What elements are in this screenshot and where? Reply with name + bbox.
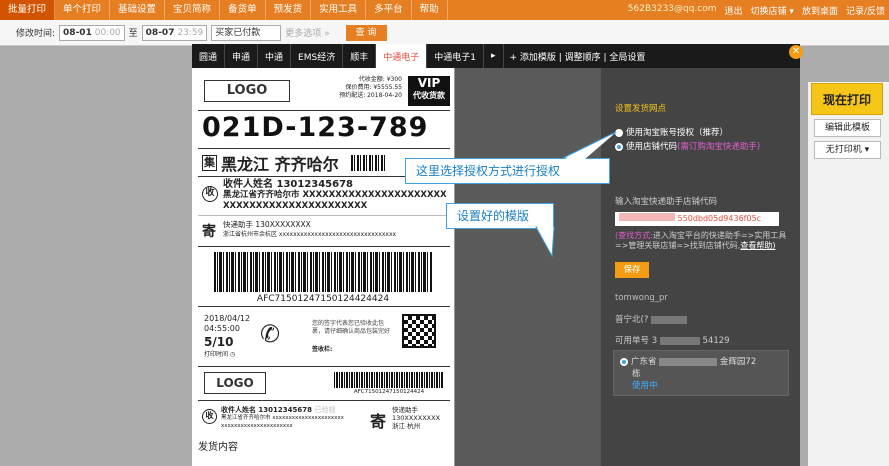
shop-code-label: 输入淘宝快递助手店铺代码 <box>615 197 718 207</box>
sender-block: 快递助手 130XXXXXXXX 浙江省杭州市余杭区 xxxxxxxxxxxxx… <box>223 220 397 238</box>
vip-badge: VIP 代收货款 <box>408 76 450 106</box>
nav-pre-ship[interactable]: 预发货 <box>266 0 312 20</box>
right-column <box>808 82 889 466</box>
clock-icon: ◷ <box>229 351 236 358</box>
print-info: 2018/04/12 04:55:00 5/10 打印时间 ◷ <box>204 314 251 358</box>
carrier-tabs: 圆通 申通 中通 EMS经济 顺丰 中通电子 中通电子1 ▸ + 添加模版 | … <box>192 44 800 68</box>
divider <box>198 246 450 247</box>
date-from-field[interactable]: 08-01 00:00 <box>59 24 125 41</box>
nav-stock-list[interactable]: 备货单 <box>220 0 266 20</box>
nav-multi-platform[interactable]: 多平台 <box>366 0 412 20</box>
tab-sf[interactable]: 顺丰 <box>343 44 377 68</box>
divider <box>198 366 450 367</box>
nav-item-alias[interactable]: 宝贝简称 <box>165 0 221 20</box>
nav-tools[interactable]: 实用工具 <box>311 0 367 20</box>
settings-title: 设置发货网点 <box>615 104 667 114</box>
nav-batch-print[interactable]: 批量打印 <box>0 0 56 20</box>
divider <box>198 400 450 401</box>
network-card[interactable]: 广东省 金辉园72 栋 使用中 <box>613 350 789 396</box>
sender-icon-2: 寄 <box>370 412 387 431</box>
top-nav: 批量打印 单个打印 基础设置 宝贝简称 备货单 预发货 实用工具 多平台 帮助 … <box>0 0 889 20</box>
dest-icon: 集 <box>202 155 217 171</box>
user-email: 562B3233@qq.com <box>627 3 717 14</box>
print-now-button[interactable]: 现在打印 <box>811 83 883 115</box>
phone-icon: ✆ <box>260 320 281 348</box>
tab-zto[interactable]: 中通 <box>258 44 292 68</box>
main-barcode <box>214 252 432 292</box>
qr-code <box>402 314 436 348</box>
destination-text: 黑龙江 齐齐哈尔 <box>221 155 339 174</box>
stub-barcode <box>334 372 444 388</box>
edit-template-button[interactable]: 编辑此模板 <box>814 119 881 137</box>
redacted-block <box>659 357 718 366</box>
date-to-field[interactable]: 08-07 23:59 <box>141 24 208 41</box>
receiver-icon: 收 <box>202 186 218 202</box>
callout-template-arrow <box>535 226 555 258</box>
to-label: 至 <box>128 29 138 39</box>
shop-code-input[interactable]: 550dbd05d9436f05c <box>615 212 779 226</box>
close-icon[interactable]: ✕ <box>789 45 803 59</box>
printer-select[interactable]: 无打印机 ▾ <box>814 141 881 159</box>
switch-shop-link[interactable]: 切换店铺 ▾ <box>751 4 794 17</box>
divider <box>198 215 450 216</box>
logo-placeholder: LOGO <box>204 80 290 102</box>
desktop-link[interactable]: 放到桌面 <box>802 4 838 17</box>
receiver-icon-2: 收 <box>202 409 217 424</box>
tab-zto-electronic-1[interactable]: 中通电子1 <box>427 44 484 68</box>
mini-barcode <box>350 155 385 171</box>
modified-time-label: 修改时间: <box>16 29 56 39</box>
save-button[interactable]: 保存 <box>615 262 649 278</box>
barcode-number: AFC71501247150124424424 <box>256 294 390 304</box>
template-actions-links[interactable]: + 添加模版 | 调整顺序 | 全局设置 <box>504 44 646 68</box>
divider <box>198 110 450 111</box>
radio-checked-icon <box>620 357 628 366</box>
auth-option-shopcode[interactable]: 使用店铺代码(需订购淘宝快递助手) <box>615 140 760 152</box>
sender-stub: 快递助手 130XXXXXXXX 浙江 杭州 <box>392 406 441 430</box>
stub-barcode-number: AFC71501247150124424 <box>353 389 425 395</box>
tab-ems[interactable]: EMS经济 <box>291 44 344 68</box>
receiver-stub: 收件人姓名 13012345678 已验视 黑龙江省齐齐哈尔市 xxxxxxxx… <box>221 406 344 429</box>
filter-bar: 修改时间: 08-01 00:00 至 08-07 23:59 买家已付款 更多… <box>0 20 889 46</box>
branch-name: 普宁北(? <box>615 313 688 325</box>
shipment-content-label: 发货内容 <box>198 442 238 453</box>
tab-yto[interactable]: 圆通 <box>192 44 226 68</box>
tab-zto-electronic[interactable]: 中通电子 <box>376 44 428 68</box>
nav-basic-settings[interactable]: 基础设置 <box>110 0 166 20</box>
callout-auth-arrow-cover <box>565 134 614 159</box>
nav-single-print[interactable]: 单个打印 <box>55 0 111 20</box>
tab-more-arrow[interactable]: ▸ <box>484 44 504 68</box>
feedback-link[interactable]: 记录/反馈 <box>846 4 885 17</box>
more-options-link[interactable]: 更多选项 » <box>285 26 329 39</box>
redacted-block <box>651 315 688 324</box>
status-select[interactable]: 买家已付款 <box>211 24 282 41</box>
logo-placeholder-2: LOGO <box>204 372 266 394</box>
shop-code-hint: (查找方式:进入淘宝平台的快递助手=>实用工具=>管理关联店铺=>找到店铺代码,… <box>615 231 787 250</box>
divider <box>198 306 450 307</box>
nav-help[interactable]: 帮助 <box>412 0 448 20</box>
redacted-block <box>619 213 675 221</box>
redacted-block <box>659 336 700 345</box>
signature-notice: 您的签字代表您已验收此包裹，请仔细确认商品包装完好 签收栏: <box>312 320 391 353</box>
account-name: tomwong_pr <box>615 293 668 303</box>
available-numbers: 可用单号 3 54129 <box>615 336 730 346</box>
query-button[interactable]: 查 询 <box>345 24 387 41</box>
logout-link[interactable]: 退出 <box>725 4 743 17</box>
tab-sto[interactable]: 申通 <box>225 44 259 68</box>
fee-info: 代收金额: ¥300 保价费用: ¥5555.55 预约配送: 2018-04-… <box>339 76 402 99</box>
sender-icon: 寄 <box>202 224 216 240</box>
